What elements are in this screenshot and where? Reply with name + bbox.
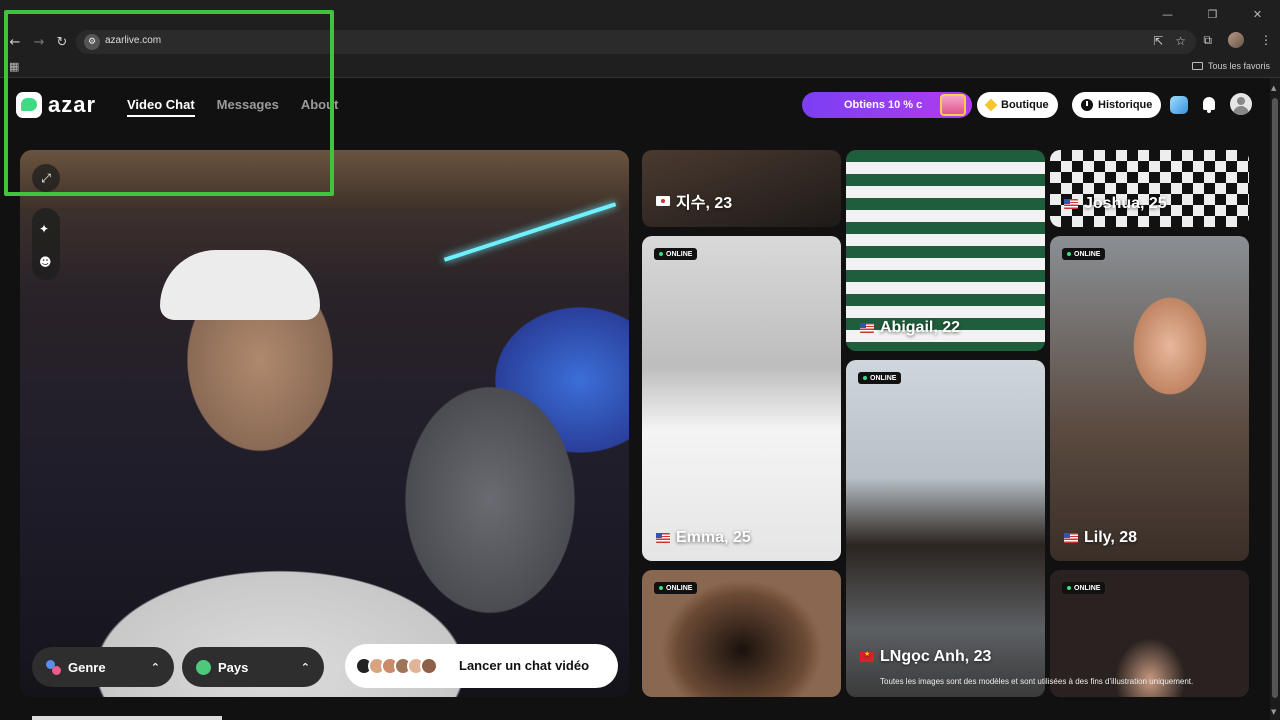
all-bookmarks[interactable]: Tous les favoris (1191, 61, 1270, 71)
launch-video-chat-button[interactable]: Lancer un chat vidéo (345, 644, 618, 688)
profile-card-joshua[interactable]: Joshua, 25 (1050, 150, 1249, 227)
magic-wand-icon[interactable]: ✦ (39, 222, 49, 236)
profile-card-lily[interactable]: ONLINE Lily, 28 (1050, 236, 1249, 561)
avatar-stack (355, 654, 439, 678)
online-badge-label: ONLINE (1074, 584, 1101, 592)
user-profile-icon[interactable] (1230, 93, 1252, 115)
extensions-icon[interactable]: ⧉ (1203, 33, 1212, 48)
close-window-button[interactable]: ✕ (1235, 0, 1280, 28)
page-scrollbar[interactable]: ▲ ▼ (1270, 78, 1280, 720)
profile-name: Emma, 25 (656, 529, 751, 547)
scroll-thumb[interactable] (1272, 98, 1278, 698)
diamond-icon (984, 98, 998, 112)
profile-name-text: 지수, 23 (676, 195, 733, 212)
online-badge: ONLINE (654, 582, 698, 594)
bookmark-star-icon[interactable]: ☆ (1175, 34, 1186, 48)
profile-avatar[interactable] (1228, 32, 1244, 48)
install-app-icon[interactable]: ⇱ (1153, 34, 1163, 48)
webcam-person-cap (160, 250, 320, 320)
online-badge-label: ONLINE (666, 250, 693, 258)
window-controls: — ❐ ✕ (1145, 0, 1280, 28)
chevron-up-icon: ⌃ (300, 660, 310, 674)
historique-button[interactable]: Historique (1072, 92, 1162, 118)
profile-card-jisoo[interactable]: 지수, 23 (642, 150, 841, 227)
flag-us-icon (860, 323, 874, 333)
highlight-overlay (4, 10, 334, 196)
flag-vn-icon (860, 650, 874, 662)
online-badge-label: ONLINE (666, 584, 693, 592)
gems-icon[interactable] (1170, 96, 1188, 114)
chevron-up-icon: ⌃ (150, 660, 160, 674)
pays-label: Pays (218, 659, 249, 675)
flag-us-icon (1064, 533, 1078, 543)
scroll-down-icon[interactable]: ▼ (1271, 708, 1276, 716)
historique-label: Historique (1098, 99, 1153, 111)
effects-toolbar: ✦ ☻ (32, 208, 60, 280)
globe-icon (196, 659, 211, 675)
scroll-up-icon[interactable]: ▲ (1271, 84, 1276, 92)
genre-icon (46, 659, 61, 675)
profile-name-text: Abigail, 22 (880, 319, 961, 336)
profile-name-text: Lily, 28 (1084, 529, 1138, 546)
online-dot-icon (659, 586, 663, 590)
genre-filter-button[interactable]: Genre ⌃ (32, 647, 174, 687)
profile-card-ngoc-anh[interactable]: ONLINE LNgọc Anh, 23 (846, 360, 1045, 697)
toolbar-actions: ⧉ ⋮ (1203, 32, 1272, 48)
folder-icon (1191, 62, 1203, 70)
all-bookmarks-label: Tous les favoris (1207, 61, 1270, 71)
online-badge: ONLINE (858, 372, 902, 384)
maximize-button[interactable]: ❐ (1190, 0, 1235, 28)
online-dot-icon (1067, 586, 1071, 590)
genre-label: Genre (68, 659, 106, 675)
profile-name: Abigail, 22 (860, 319, 960, 337)
notification-bell-icon[interactable] (1201, 96, 1217, 114)
profile-name: Lily, 28 (1064, 529, 1137, 547)
boutique-label: Boutique (1001, 99, 1049, 111)
promo-banner[interactable]: Obtiens 10 % c (802, 92, 972, 118)
online-badge: ONLINE (654, 248, 698, 260)
profile-name-text: Joshua, 25 (1084, 195, 1167, 212)
gift-box-icon (940, 94, 966, 116)
profile-card[interactable]: ONLINE (642, 570, 841, 697)
profile-name-text: Emma, 25 (676, 529, 751, 546)
online-badge: ONLINE (1062, 582, 1106, 594)
taskbar-strip (32, 716, 222, 720)
minimize-button[interactable]: — (1145, 0, 1190, 28)
profile-name: 지수, 23 (656, 189, 732, 213)
profile-name: Joshua, 25 (1064, 195, 1167, 213)
online-badge-label: ONLINE (870, 374, 897, 382)
flag-kr-icon (656, 196, 670, 206)
face-filter-icon[interactable]: ☻ (39, 255, 52, 269)
profile-name: LNgọc Anh, 23 (860, 648, 991, 666)
avatar (420, 657, 438, 675)
led-strip (443, 202, 617, 262)
clock-icon (1081, 99, 1093, 111)
online-dot-icon (1067, 252, 1071, 256)
launch-label: Lancer un chat vidéo (459, 658, 590, 673)
profile-card-abigail[interactable]: Abigail, 22 (846, 150, 1045, 351)
webcam-preview: ⤢ ✦ ☻ Genre ⌃ Pays ⌃ Lancer un chat vidé… (20, 150, 629, 697)
online-dot-icon (659, 252, 663, 256)
promo-label: Obtiens 10 % c (844, 99, 923, 111)
profile-card-emma[interactable]: ONLINE Emma, 25 (642, 236, 841, 561)
boutique-button[interactable]: Boutique (977, 92, 1058, 118)
online-dot-icon (863, 376, 867, 380)
online-badge: ONLINE (1062, 248, 1106, 260)
online-badge-label: ONLINE (1074, 250, 1101, 258)
flag-us-icon (1064, 199, 1078, 209)
profile-name-text: LNgọc Anh, 23 (880, 648, 992, 665)
flag-us-icon (656, 533, 670, 543)
browser-menu-icon[interactable]: ⋮ (1260, 33, 1272, 47)
disclaimer-text: Toutes les images sont des modèles et so… (880, 677, 1194, 686)
omnibox-actions: ⇱ ☆ (1153, 34, 1186, 48)
pays-filter-button[interactable]: Pays ⌃ (182, 647, 324, 687)
